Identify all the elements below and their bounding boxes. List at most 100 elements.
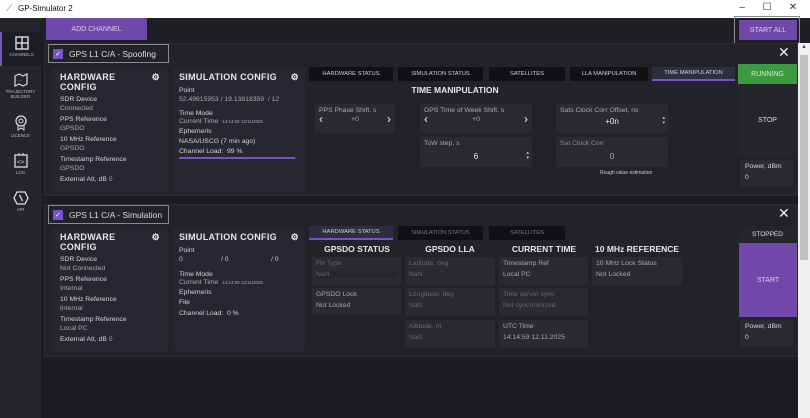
scroll-up-icon[interactable]: ▲	[801, 44, 807, 50]
sats-clock-offset-input[interactable]: Sats Clock Corr Offset, ns +0n ▴ ▾	[556, 104, 668, 133]
point-label: Point	[179, 87, 195, 94]
altitude-field: Altitude, m NaN	[405, 320, 495, 348]
channel-enable-checkbox[interactable]: ✓	[53, 209, 63, 220]
channel-load-label: Channel Load:	[179, 148, 224, 155]
hexagon-slash-icon	[12, 191, 29, 205]
tow-shift-value[interactable]: +0	[472, 116, 480, 123]
10mhz-reference-label: 10 MHz Reference	[60, 296, 117, 303]
time-mode-value: Current Time	[179, 118, 219, 125]
sidebar-item-api[interactable]: API	[0, 191, 41, 212]
point-lat: 0	[179, 256, 183, 263]
tow-step-value[interactable]: 6	[424, 152, 528, 161]
sats-clock-offset-value[interactable]: +0n	[560, 117, 664, 126]
power-value[interactable]: 0	[745, 174, 788, 181]
sidebar-item-label: LICENCE	[10, 133, 31, 138]
vertical-scrollbar[interactable]: ▲	[798, 43, 810, 418]
card-title: HARDWARE CONFIG	[60, 232, 116, 252]
spinner-icon[interactable]: ▴ ▾	[662, 116, 665, 126]
sidebar-item-licence[interactable]: LICENCE	[0, 115, 41, 138]
pps-phase-shift-control: PPS Phase Shift, s ‹ +0 ›	[315, 104, 395, 133]
10mhz-reference-label: 10 MHz Reference	[60, 136, 117, 143]
external-att-label: External Att, dB	[60, 176, 107, 183]
card-title: SIMULATION CONFIG	[179, 72, 277, 82]
stop-button[interactable]: STOP	[738, 84, 797, 157]
close-window-button[interactable]: ✕	[783, 2, 803, 13]
spinner-icon[interactable]: ▴ ▾	[526, 151, 529, 161]
sats-clock-offset-label: Sats Clock Corr Offset, ns	[560, 107, 639, 114]
10mhz-lock-field: 10 MHz Lock Status Not Locked	[592, 257, 682, 285]
tab-time-manipulation[interactable]: TIME MANIPULATION	[652, 67, 735, 81]
pps-phase-shift-value[interactable]: +0	[351, 116, 359, 123]
map-icon: ···	[13, 73, 28, 87]
pps-reference-value: GPSDO	[60, 125, 85, 132]
sidebar-item-label: TRAJECTORY BUILDER	[5, 89, 36, 99]
tow-step-input[interactable]: ToW step, s 6 ▴ ▾	[420, 137, 532, 167]
gear-icon[interactable]: ⚙	[152, 72, 160, 92]
point-lat: 52.49615953	[179, 96, 219, 103]
maximize-button[interactable]: ☐	[757, 2, 777, 13]
tab-lla-manipulation[interactable]: LLA MANIPULATION	[570, 67, 648, 81]
power-field[interactable]: Power, dBm 0	[740, 320, 793, 347]
utc-time-value: 14:14:59 12.11.2025	[503, 334, 565, 341]
longitude-field: Longitude, deg NaN	[405, 288, 495, 316]
gear-icon[interactable]: ⚙	[291, 72, 299, 83]
channel-load-value: 0 %	[227, 310, 239, 317]
card-title: SIMULATION CONFIG	[179, 232, 277, 242]
tab-simulation-status[interactable]: SIMULATION STATUS	[398, 226, 483, 240]
ephemeris-value: File	[179, 299, 190, 306]
tab-hardware-status[interactable]: HARDWARE STATUS	[309, 67, 393, 81]
minimize-button[interactable]: –	[732, 2, 752, 13]
sidebar-item-channels[interactable]: CHANNELS	[0, 32, 41, 66]
close-channel-button[interactable]: ✕	[778, 205, 790, 222]
simulation-config-card: SIMULATION CONFIG ⚙ Point 0 / 0 / 0 Time Mo…	[173, 227, 305, 351]
gear-icon[interactable]: ⚙	[152, 232, 160, 252]
power-label: Power, dBm	[745, 323, 782, 330]
sdr-device-label: SDR Device	[60, 96, 98, 103]
add-channel-button[interactable]: ADD CHANNEL	[46, 18, 147, 40]
timestamp-ref-field: Timestamp Ref Local PC	[499, 257, 588, 285]
external-att-value: 0	[108, 176, 113, 183]
timestamp-ref-value: Local PC	[503, 271, 531, 278]
app-logo-icon: ⟋	[6, 3, 13, 13]
sidebar-item-log[interactable]: <> LOG	[0, 153, 41, 175]
sidebar-item-trajectory-builder[interactable]: ··· TRAJECTORY BUILDER	[0, 73, 41, 99]
scrollbar-thumb[interactable]	[800, 55, 808, 260]
start-button[interactable]: START	[739, 243, 797, 317]
gear-icon[interactable]: ⚙	[291, 232, 299, 243]
altitude-value: NaN	[409, 334, 423, 341]
fix-type-field: Fix Type NaN	[312, 257, 401, 285]
channel-enable-checkbox[interactable]: ✓	[53, 48, 63, 59]
sdr-device-value: Not Connected	[60, 265, 106, 272]
sidebar-item-label: LOG	[15, 170, 26, 175]
latitude-value: NaN	[409, 271, 423, 278]
tab-satellites[interactable]: SATELLITES	[489, 226, 565, 240]
power-value[interactable]: 0	[745, 334, 788, 341]
channel-name: GPS L1 C/A - Spoofing	[69, 48, 156, 59]
10mhz-reference-value: GPSDO	[60, 145, 85, 152]
close-channel-button[interactable]: ✕	[778, 44, 790, 61]
utc-time-label: UTC Time	[503, 323, 534, 330]
chevron-right-icon[interactable]: ›	[387, 112, 391, 126]
tab-hardware-status[interactable]: HARDWARE STATUS	[309, 226, 393, 240]
start-all-button[interactable]: START ALL	[739, 20, 797, 40]
tab-satellites[interactable]: SATELLITES	[489, 67, 565, 81]
power-field[interactable]: Power, dBm 0	[740, 160, 793, 187]
svg-text:···: ···	[18, 78, 22, 83]
sidebar-item-label: API	[16, 207, 25, 212]
point-lon: / 19.13818359	[220, 96, 265, 103]
timestamp-reference-value: Local PC	[60, 325, 88, 332]
time-mode-label: Time Mode	[179, 271, 213, 278]
sdr-device-label: SDR Device	[60, 256, 98, 263]
channel-load-fill	[179, 157, 295, 159]
tab-simulation-status[interactable]: SIMULATION STATUS	[398, 67, 483, 81]
chevron-right-icon[interactable]: ›	[524, 112, 528, 126]
time-manipulation-title: TIME MANIPULATION	[411, 85, 499, 95]
chevron-left-icon[interactable]: ‹	[424, 112, 428, 126]
gpsdo-lock-label: GPSDO Lock	[316, 291, 357, 298]
current-time-title: CURRENT TIME	[511, 244, 577, 254]
ephemeris-label: Ephemeris	[179, 289, 212, 296]
latitude-field: Latitude, deg NaN	[405, 257, 495, 285]
fix-type-value: NaN	[316, 271, 397, 278]
chevron-left-icon[interactable]: ‹	[319, 112, 323, 126]
10mhz-reference-value: Internal	[60, 305, 83, 312]
